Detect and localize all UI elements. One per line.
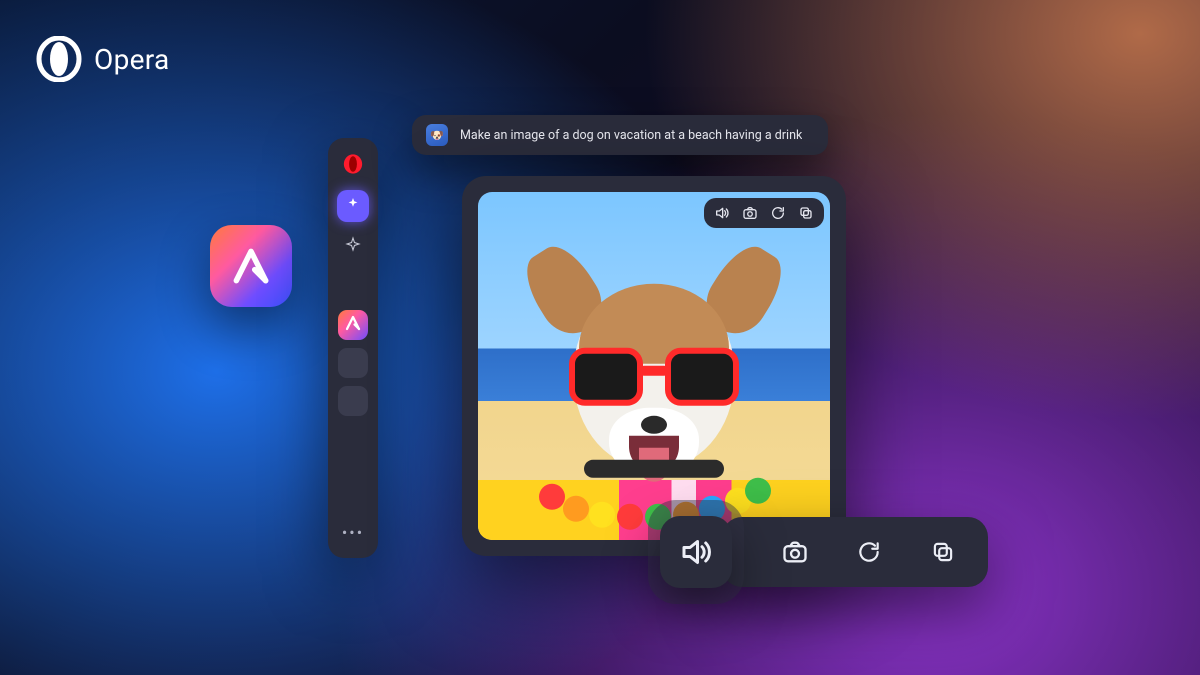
action-bar xyxy=(648,500,988,604)
opera-icon xyxy=(342,153,364,179)
brand-name: Opera xyxy=(94,43,170,76)
copy-icon xyxy=(930,539,956,565)
refresh-icon[interactable] xyxy=(770,205,786,221)
sidebar-item-aria[interactable] xyxy=(338,310,368,340)
prompt-text: Make an image of a dog on vacation at a … xyxy=(460,128,802,143)
opera-logo-icon xyxy=(36,36,82,82)
sidebar-more-button[interactable]: ••• xyxy=(342,523,364,548)
speaker-icon[interactable] xyxy=(714,205,730,221)
camera-icon xyxy=(781,538,809,566)
prompt-bar[interactable]: 🐶 Make an image of a dog on vacation at … xyxy=(412,115,828,155)
action-button-copy[interactable] xyxy=(928,537,958,567)
compass-icon xyxy=(345,236,361,256)
aria-app-icon[interactable] xyxy=(210,225,292,307)
sidebar-item-compass[interactable] xyxy=(337,230,369,262)
sidebar-item-slot-2[interactable] xyxy=(338,386,368,416)
sidebar-item-sparkle[interactable] xyxy=(337,190,369,222)
image-mini-toolbar xyxy=(704,198,824,228)
browser-sidebar: ••• xyxy=(328,138,378,558)
action-button-speak-focus xyxy=(648,500,744,604)
action-button-snap[interactable] xyxy=(780,537,810,567)
speaker-icon xyxy=(678,534,714,570)
sidebar-item-slot-1[interactable] xyxy=(338,348,368,378)
generated-image[interactable] xyxy=(478,192,830,540)
action-button-regen[interactable] xyxy=(854,537,884,567)
opera-brand: Opera xyxy=(36,36,170,82)
generated-image-card xyxy=(462,176,846,556)
copy-icon[interactable] xyxy=(798,205,814,221)
action-button-speak[interactable] xyxy=(660,516,732,588)
aria-icon xyxy=(344,314,362,336)
refresh-icon xyxy=(856,539,882,565)
sparkle-icon xyxy=(345,196,361,216)
prompt-avatar: 🐶 xyxy=(426,124,448,146)
sidebar-item-opera[interactable] xyxy=(337,150,369,182)
camera-icon[interactable] xyxy=(742,205,758,221)
